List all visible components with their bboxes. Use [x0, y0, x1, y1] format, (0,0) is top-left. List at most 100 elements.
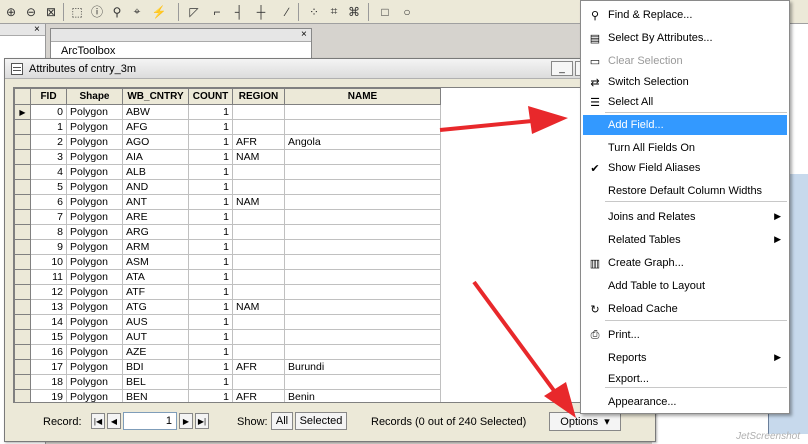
table-cell[interactable]: 14 — [30, 314, 67, 330]
table-cell[interactable] — [284, 329, 441, 345]
table-cell[interactable]: AUT — [122, 329, 189, 345]
select-features-icon[interactable]: ⬚ — [68, 3, 86, 20]
hyperlink-icon[interactable]: ⚡ — [150, 3, 168, 20]
table-cell[interactable]: Polygon — [66, 239, 123, 255]
table-cell[interactable]: 0 — [30, 104, 67, 120]
table-cell[interactable]: Burundi — [284, 359, 441, 375]
identify-icon[interactable]: ⓘ — [88, 3, 106, 20]
menu-item-reload-cache[interactable]: ↻ Reload Cache — [583, 299, 787, 319]
table-cell[interactable]: 1 — [188, 269, 233, 285]
row-selector[interactable] — [14, 299, 31, 315]
row-selector[interactable] — [14, 149, 31, 165]
table-row[interactable]: 8 Polygon ARG 1 — [14, 224, 441, 240]
menu-item-export[interactable]: Export... — [583, 369, 787, 389]
table-cell[interactable]: 1 — [188, 224, 233, 240]
close-icon[interactable]: × — [34, 25, 40, 35]
table-cell[interactable]: BDI — [122, 359, 189, 375]
table-cell[interactable] — [284, 104, 441, 120]
menu-item-print[interactable]: ⎙ Print... — [583, 325, 787, 345]
first-record-button[interactable]: |◀ — [91, 413, 105, 429]
table-cell[interactable]: ABW — [122, 104, 189, 120]
split-tool-icon[interactable]: ┤ — [230, 3, 248, 20]
table-cell[interactable]: 19 — [30, 389, 67, 402]
table-cell[interactable]: 1 — [188, 119, 233, 135]
table-cell[interactable]: 12 — [30, 284, 67, 300]
table-cell[interactable]: 1 — [188, 389, 233, 402]
column-header-fid[interactable]: FID — [30, 88, 67, 105]
table-cell[interactable]: 6 — [30, 194, 67, 210]
table-row[interactable]: 16 Polygon AZE 1 — [14, 344, 441, 360]
menu-item-joins-and-relates[interactable]: Joins and Relates ▶ — [583, 207, 787, 227]
table-row[interactable]: 14 Polygon AUS 1 — [14, 314, 441, 330]
reshape-tool-icon[interactable]: ⌗ — [325, 3, 343, 20]
table-cell[interactable]: 1 — [188, 299, 233, 315]
menu-item-restore-default-column-widths[interactable]: Restore Default Column Widths — [583, 181, 787, 201]
table-cell[interactable] — [284, 194, 441, 210]
table-cell[interactable]: ATA — [122, 269, 189, 285]
attribute-table[interactable]: FID Shape WB_CNTRY COUNT REGION NAME ▶ 0 Polygo… — [13, 87, 649, 403]
table-cell[interactable]: Polygon — [66, 389, 123, 402]
table-cell[interactable]: Polygon — [66, 254, 123, 270]
find-icon[interactable]: ⚲ — [108, 3, 126, 20]
table-cell[interactable]: Polygon — [66, 179, 123, 195]
row-selector[interactable] — [14, 194, 31, 210]
table-cell[interactable]: BEN — [122, 389, 189, 402]
table-cell[interactable]: Polygon — [66, 119, 123, 135]
table-cell[interactable]: 18 — [30, 374, 67, 390]
table-cell[interactable]: NAM — [232, 194, 285, 210]
table-cell[interactable]: AND — [122, 179, 189, 195]
table-cell[interactable]: Polygon — [66, 359, 123, 375]
row-selector[interactable] — [14, 314, 31, 330]
cut-polygon-icon[interactable]: ⌘ — [345, 3, 363, 20]
title-bar[interactable]: Attributes of cntry_3m _ □ — [5, 59, 655, 79]
row-selector[interactable] — [14, 164, 31, 180]
table-cell[interactable] — [284, 179, 441, 195]
table-cell[interactable]: 1 — [188, 374, 233, 390]
measure-icon[interactable]: ⌖ — [128, 3, 146, 20]
table-cell[interactable]: 17 — [30, 359, 67, 375]
table-row[interactable]: 5 Polygon AND 1 — [14, 179, 441, 195]
table-cell[interactable]: 1 — [188, 344, 233, 360]
table-cell[interactable] — [232, 329, 285, 345]
table-cell[interactable]: Polygon — [66, 194, 123, 210]
table-cell[interactable] — [284, 344, 441, 360]
table-cell[interactable]: ARE — [122, 209, 189, 225]
menu-item-add-table-to-layout[interactable]: Add Table to Layout — [583, 276, 787, 296]
table-cell[interactable] — [284, 164, 441, 180]
table-cell[interactable] — [284, 254, 441, 270]
table-cell[interactable]: 1 — [188, 284, 233, 300]
table-cell[interactable]: ARG — [122, 224, 189, 240]
table-cell[interactable]: 16 — [30, 344, 67, 360]
row-selector[interactable] — [14, 134, 31, 150]
zoom-out-icon[interactable]: ⊖ — [22, 3, 40, 20]
table-cell[interactable]: Benin — [284, 389, 441, 402]
table-cell[interactable]: 13 — [30, 299, 67, 315]
table-cell[interactable]: AZE — [122, 344, 189, 360]
table-cell[interactable]: Polygon — [66, 374, 123, 390]
table-cell[interactable] — [284, 284, 441, 300]
menu-item-select-by-attributes[interactable]: ▤ Select By Attributes... — [583, 28, 787, 48]
table-cell[interactable]: Polygon — [66, 299, 123, 315]
menu-item-turn-all-fields-on[interactable]: Turn All Fields On — [583, 138, 787, 158]
row-selector[interactable] — [14, 209, 31, 225]
row-selector[interactable] — [14, 239, 31, 255]
table-cell[interactable]: ATG — [122, 299, 189, 315]
next-record-button[interactable]: ▶ — [179, 413, 193, 429]
table-cell[interactable]: 5 — [30, 179, 67, 195]
table-cell[interactable] — [232, 104, 285, 120]
table-cell[interactable] — [284, 239, 441, 255]
table-cell[interactable]: 1 — [188, 164, 233, 180]
table-row[interactable]: 9 Polygon ARM 1 — [14, 239, 441, 255]
row-selector[interactable] — [14, 344, 31, 360]
minimize-button[interactable]: _ — [551, 61, 573, 76]
column-header-region[interactable]: REGION — [232, 88, 285, 105]
record-number-input[interactable]: 1 — [123, 412, 177, 430]
rectangle-icon[interactable]: □ — [376, 3, 394, 20]
table-cell[interactable]: 1 — [188, 104, 233, 120]
table-cell[interactable]: 1 — [188, 239, 233, 255]
table-cell[interactable]: BEL — [122, 374, 189, 390]
column-header-wb-cntry[interactable]: WB_CNTRY — [122, 88, 189, 105]
column-header-name[interactable]: NAME — [284, 88, 441, 105]
table-cell[interactable]: ATF — [122, 284, 189, 300]
table-cell[interactable] — [232, 119, 285, 135]
